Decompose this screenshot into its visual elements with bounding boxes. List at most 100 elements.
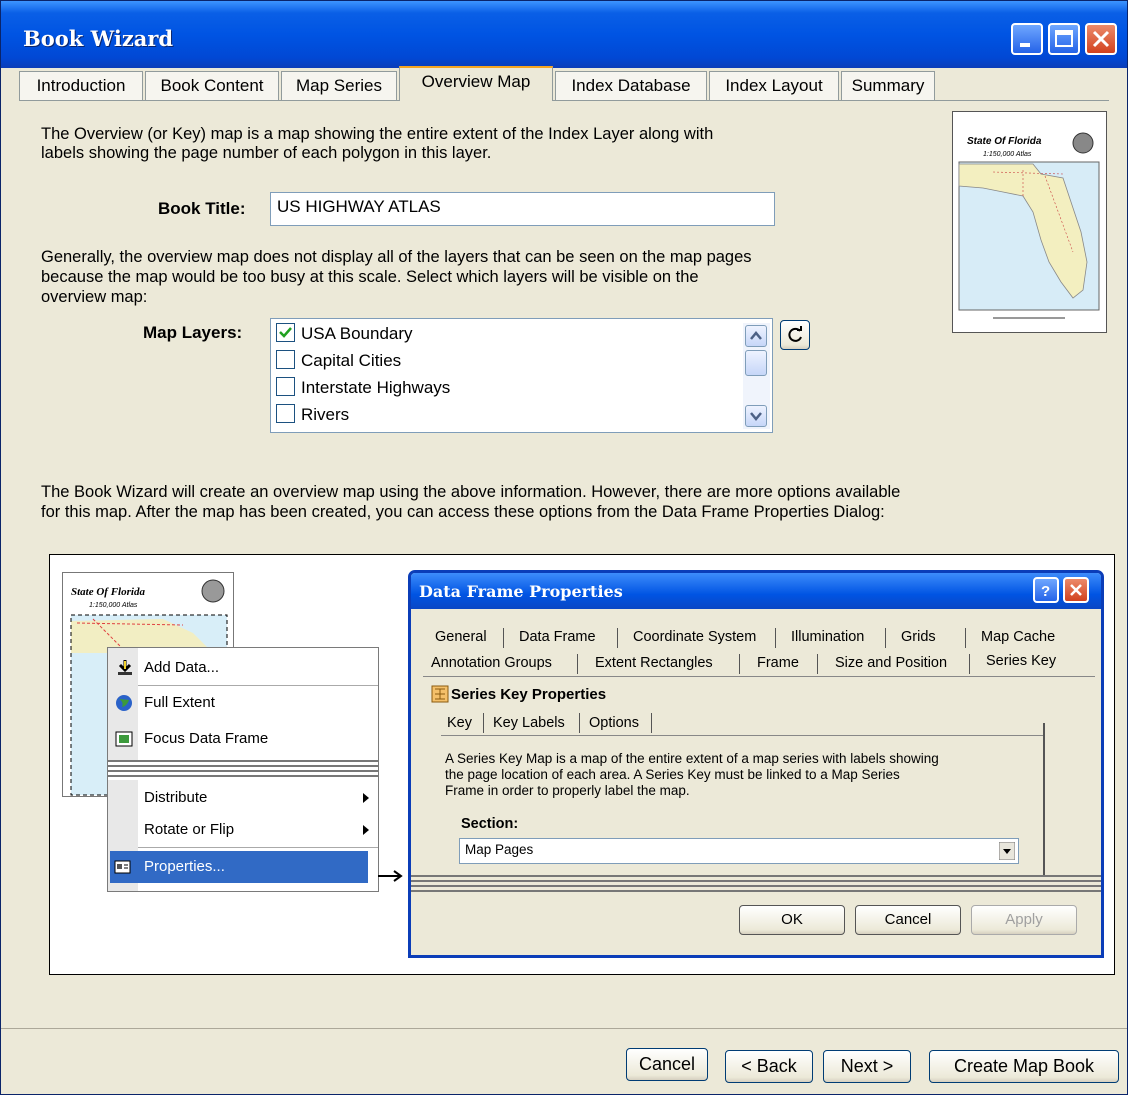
checkbox[interactable] (276, 350, 295, 370)
arrow-right-icon (378, 870, 403, 882)
menu-item-rotate-or-flip[interactable]: Rotate or Flip (108, 814, 378, 846)
section-title: Series Key Properties (451, 686, 607, 703)
back-button[interactable]: < Back (725, 1050, 813, 1083)
maximize-button[interactable] (1048, 23, 1080, 55)
list-item[interactable]: Interstate Highways (276, 377, 450, 399)
next-button[interactable]: Next > (823, 1050, 911, 1083)
checkbox[interactable] (276, 377, 295, 397)
window-title: Book Wizard (23, 26, 174, 51)
help-icon: ? (1041, 583, 1050, 600)
tab-index-layout[interactable]: Index Layout (709, 71, 839, 100)
section-select[interactable]: Map Pages (459, 838, 1019, 864)
create-map-book-button[interactable]: Create Map Book (929, 1050, 1119, 1083)
book-title-input[interactable]: US HIGHWAY ATLAS (270, 192, 775, 226)
scroll-down-button[interactable] (745, 405, 767, 427)
map-layers-label: Map Layers: (143, 323, 243, 342)
menu-item-label: Rotate or Flip (144, 821, 235, 838)
list-item[interactable]: Rivers (276, 404, 349, 426)
thumbnail-title: State Of Florida (967, 136, 1042, 147)
apply-button[interactable]: Apply (971, 905, 1077, 935)
refresh-button[interactable] (780, 320, 810, 350)
desc-line-1: A Series Key Map is a map of the entire … (445, 751, 939, 766)
book-title-label: Book Title: (158, 199, 246, 218)
menu-item-label: Full Extent (144, 694, 215, 711)
section-select-value: Map Pages (465, 842, 534, 857)
chevron-up-icon (750, 331, 762, 340)
subtab-key-labels[interactable]: Key Labels (493, 715, 565, 731)
menu-item-add-data[interactable]: Add Data... (108, 652, 378, 684)
tab-book-content[interactable]: Book Content (145, 71, 279, 100)
checkbox[interactable] (276, 404, 295, 424)
book-wizard-window: Book Wizard Introduction Book Content Ma… (0, 0, 1128, 1095)
dialog-tab-illumination[interactable]: Illumination (791, 629, 864, 645)
title-bar[interactable]: Book Wizard (1, 1, 1127, 68)
menu-item-focus-data-frame[interactable]: Focus Data Frame (108, 723, 378, 755)
dialog-tab-general[interactable]: General (435, 629, 487, 645)
close-button[interactable] (1085, 23, 1117, 55)
menu-item-properties[interactable]: Properties... (110, 851, 368, 883)
list-item[interactable]: Capital Cities (276, 350, 401, 372)
menu-item-label: Distribute (144, 789, 208, 806)
footer-divider (1, 1028, 1127, 1029)
minimize-button[interactable] (1011, 23, 1043, 55)
info-line-2: for this map. After the map has been cre… (41, 503, 885, 521)
dialog-tab-annotation-groups[interactable]: Annotation Groups (431, 655, 552, 671)
tab-index-database[interactable]: Index Database (555, 71, 707, 100)
minimize-icon (1020, 43, 1030, 47)
submenu-arrow-icon (363, 825, 369, 835)
scroll-up-button[interactable] (745, 325, 767, 347)
svg-text:?: ? (1041, 583, 1050, 600)
close-icon (1070, 584, 1082, 596)
dialog-title-bar[interactable]: Data Frame Properties ? (411, 573, 1101, 609)
focus-frame-icon (115, 731, 133, 747)
ok-button[interactable]: OK (739, 905, 845, 935)
subtab-key[interactable]: Key (447, 715, 472, 731)
submenu-arrow-icon (363, 793, 369, 803)
layer-label: Interstate Highways (301, 378, 451, 397)
data-frame-properties-dialog: Data Frame Properties ? General Data Fra… (408, 570, 1104, 958)
tab-overview-map[interactable]: Overview Map (399, 66, 553, 101)
map-layers-list[interactable]: USA Boundary Capital Cities Interstate H… (270, 318, 773, 433)
intro-line-2: labels showing the page number of each p… (41, 144, 492, 162)
context-menu: Add Data... Full Extent Focus Data Frame… (107, 647, 379, 892)
desc-line-2: the page location of each area. A Series… (445, 767, 900, 782)
layers-text-line-1: Generally, the overview map does not dis… (41, 248, 752, 266)
menu-item-label: Properties... (144, 858, 225, 875)
layers-text-line-3: overview map: (41, 288, 148, 306)
refresh-icon (788, 326, 802, 342)
tab-map-series[interactable]: Map Series (281, 71, 397, 100)
list-scrollbar[interactable] (743, 323, 770, 429)
tab-introduction[interactable]: Introduction (19, 71, 143, 100)
dialog-cancel-button[interactable]: Cancel (855, 905, 961, 935)
cancel-button[interactable]: Cancel (626, 1048, 708, 1081)
mini-map-title: State Of Florida (71, 586, 145, 598)
layer-label: USA Boundary (301, 324, 413, 343)
scroll-thumb[interactable] (745, 350, 767, 376)
dialog-tab-series-key[interactable]: Series Key (986, 653, 1056, 669)
overview-map-thumbnail: State Of Florida 1:150,000 Atlas (952, 111, 1107, 333)
subtab-options[interactable]: Options (589, 715, 639, 731)
tab-strip-border (19, 100, 1109, 101)
menu-item-full-extent[interactable]: Full Extent (108, 687, 378, 719)
dialog-tab-frame[interactable]: Frame (757, 655, 799, 671)
layer-label: Rivers (301, 405, 350, 424)
illustration-panel: State Of Florida 1:150,000 Atlas Add Dat… (49, 554, 1115, 975)
help-button[interactable]: ? (1033, 577, 1059, 603)
layers-text-line-2: because the map would be too busy at thi… (41, 268, 699, 286)
series-key-description: A Series Key Map is a map of the entire … (445, 751, 939, 799)
dialog-tab-data-frame[interactable]: Data Frame (519, 629, 596, 645)
dialog-tab-extent-rectangles[interactable]: Extent Rectangles (595, 655, 713, 671)
dialog-tab-grids[interactable]: Grids (901, 629, 936, 645)
dialog-tab-map-cache[interactable]: Map Cache (981, 629, 1055, 645)
dialog-close-button[interactable] (1063, 577, 1089, 603)
dialog-tab-coordinate-system[interactable]: Coordinate System (633, 629, 756, 645)
maximize-icon (1055, 30, 1073, 47)
close-icon (1092, 30, 1110, 48)
tab-summary[interactable]: Summary (841, 71, 935, 100)
intro-line-1: The Overview (or Key) map is a map showi… (41, 125, 714, 143)
dialog-tab-size-and-position[interactable]: Size and Position (835, 655, 947, 671)
menu-item-label: Focus Data Frame (144, 730, 269, 747)
checkbox[interactable] (276, 323, 295, 343)
menu-item-distribute[interactable]: Distribute (108, 782, 378, 814)
list-item[interactable]: USA Boundary (276, 323, 413, 345)
